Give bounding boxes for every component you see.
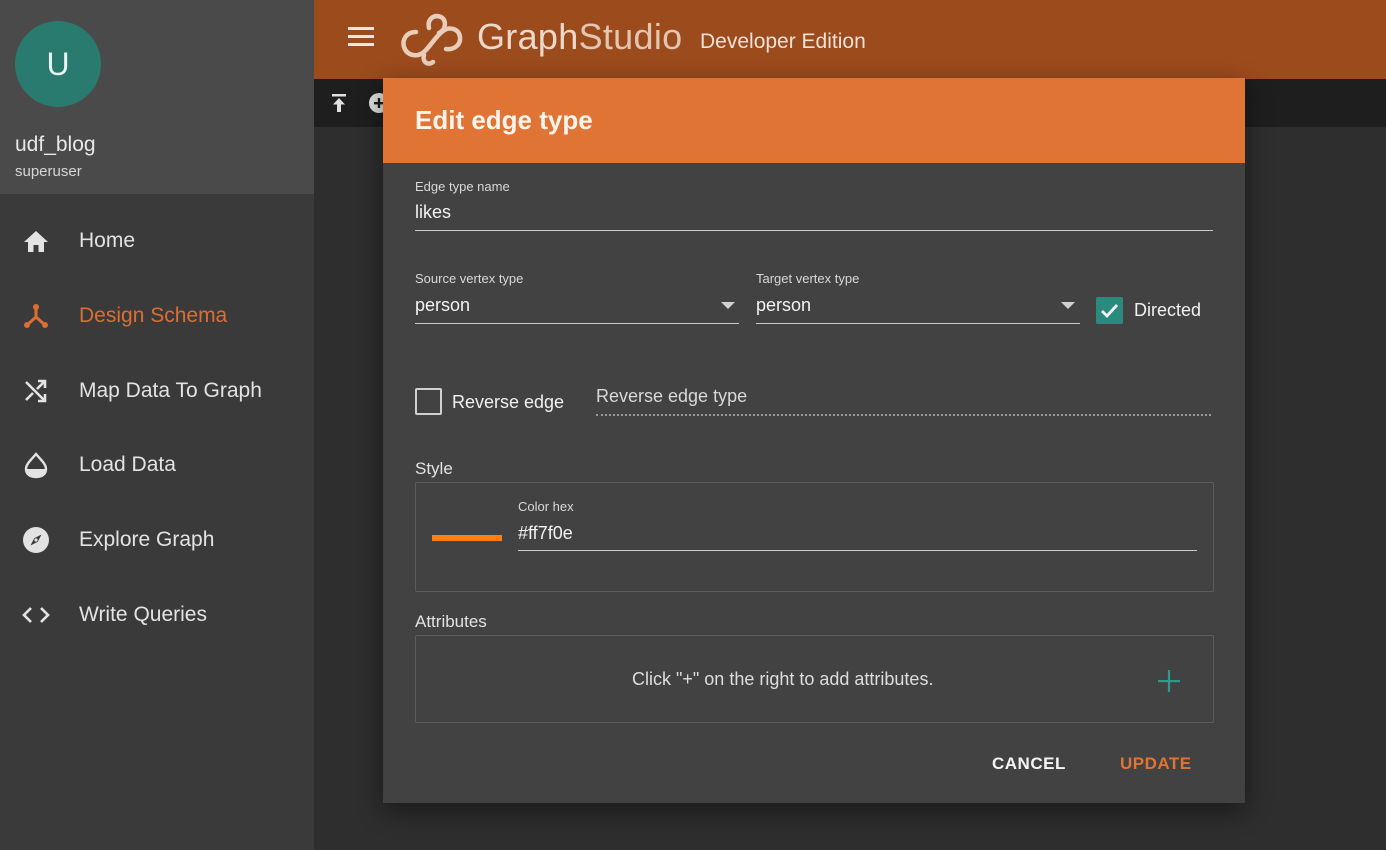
target-vertex-underline [756, 323, 1080, 324]
reverse-edge-label[interactable]: Reverse edge [452, 392, 564, 413]
avatar[interactable]: U [15, 21, 101, 107]
edge-color-swatch [432, 535, 502, 541]
brand-name: GraphStudio [477, 16, 682, 58]
source-vertex-underline [415, 323, 739, 324]
nav-item-load-data[interactable]: Load Data [0, 435, 314, 495]
graphstudio-logo-icon [401, 13, 463, 66]
home-icon [22, 227, 50, 255]
edge-name-underline [415, 230, 1213, 231]
nav-item-map-data[interactable]: Map Data To Graph [0, 361, 314, 421]
target-dropdown-caret-icon[interactable] [1061, 302, 1075, 309]
brand-graph: Graph [477, 16, 579, 57]
drop-icon [22, 451, 50, 479]
nav-label-home: Home [79, 229, 136, 252]
user-profile: U udf_blog superuser [0, 0, 314, 194]
nav-item-home[interactable]: Home [0, 211, 314, 271]
source-vertex-label: Source vertex type [415, 271, 524, 286]
nav-label-load-data: Load Data [79, 453, 176, 476]
color-hex-label: Color hex [518, 499, 574, 514]
dialog-header: Edit edge type [383, 78, 1245, 163]
update-button[interactable]: UPDATE [1120, 754, 1192, 774]
edit-edge-type-dialog: Edit edge type Edge type name likes Sour… [383, 78, 1245, 803]
edition-label: Developer Edition [700, 30, 866, 53]
checkmark-icon [1101, 304, 1119, 319]
reverse-edge-type-input[interactable]: Reverse edge type [596, 386, 747, 407]
reverse-edge-checkbox[interactable] [415, 388, 442, 415]
directed-label[interactable]: Directed [1134, 300, 1201, 321]
publish-icon[interactable] [328, 92, 350, 114]
brand-studio: Studio [578, 16, 683, 57]
nav-item-design-schema[interactable]: Design Schema [0, 286, 314, 346]
attributes-hint: Click "+" on the right to add attributes… [632, 669, 934, 689]
nav-label-explore-graph: Explore Graph [79, 528, 215, 551]
source-dropdown-caret-icon[interactable] [721, 302, 735, 309]
reverse-edge-type-underline [596, 414, 1211, 416]
dialog-title: Edit edge type [415, 105, 593, 135]
directed-checkbox[interactable] [1096, 297, 1123, 324]
style-section-label: Style [415, 459, 453, 478]
add-attribute-icon[interactable] [1158, 670, 1180, 692]
nav-item-explore-graph[interactable]: Explore Graph [0, 510, 314, 570]
compass-icon [22, 526, 50, 554]
nav-label-map-data: Map Data To Graph [79, 379, 262, 402]
style-box: Color hex #ff7f0e [415, 482, 1214, 592]
schema-icon [22, 302, 50, 330]
sidebar: U udf_blog superuser Home Design Schema … [0, 0, 314, 850]
menu-icon[interactable] [348, 27, 374, 47]
attributes-box: Click "+" on the right to add attributes… [415, 635, 1214, 723]
shuffle-icon [22, 377, 50, 405]
code-icon [22, 601, 50, 629]
nav-label-write-queries: Write Queries [79, 603, 207, 626]
color-hex-input[interactable]: #ff7f0e [518, 523, 573, 544]
edge-name-input[interactable]: likes [415, 202, 451, 223]
user-name: udf_blog [15, 133, 96, 156]
user-role: superuser [15, 163, 82, 180]
nav-item-write-queries[interactable]: Write Queries [0, 585, 314, 645]
top-app-bar: GraphStudio Developer Edition [314, 0, 1386, 79]
attributes-section-label: Attributes [415, 612, 487, 631]
target-vertex-label: Target vertex type [756, 271, 860, 286]
color-hex-underline [518, 550, 1197, 551]
cancel-button[interactable]: CANCEL [992, 754, 1066, 774]
target-vertex-select[interactable]: person [756, 295, 811, 316]
nav-label-design-schema: Design Schema [79, 304, 228, 327]
edge-name-label: Edge type name [415, 179, 510, 194]
source-vertex-select[interactable]: person [415, 295, 470, 316]
